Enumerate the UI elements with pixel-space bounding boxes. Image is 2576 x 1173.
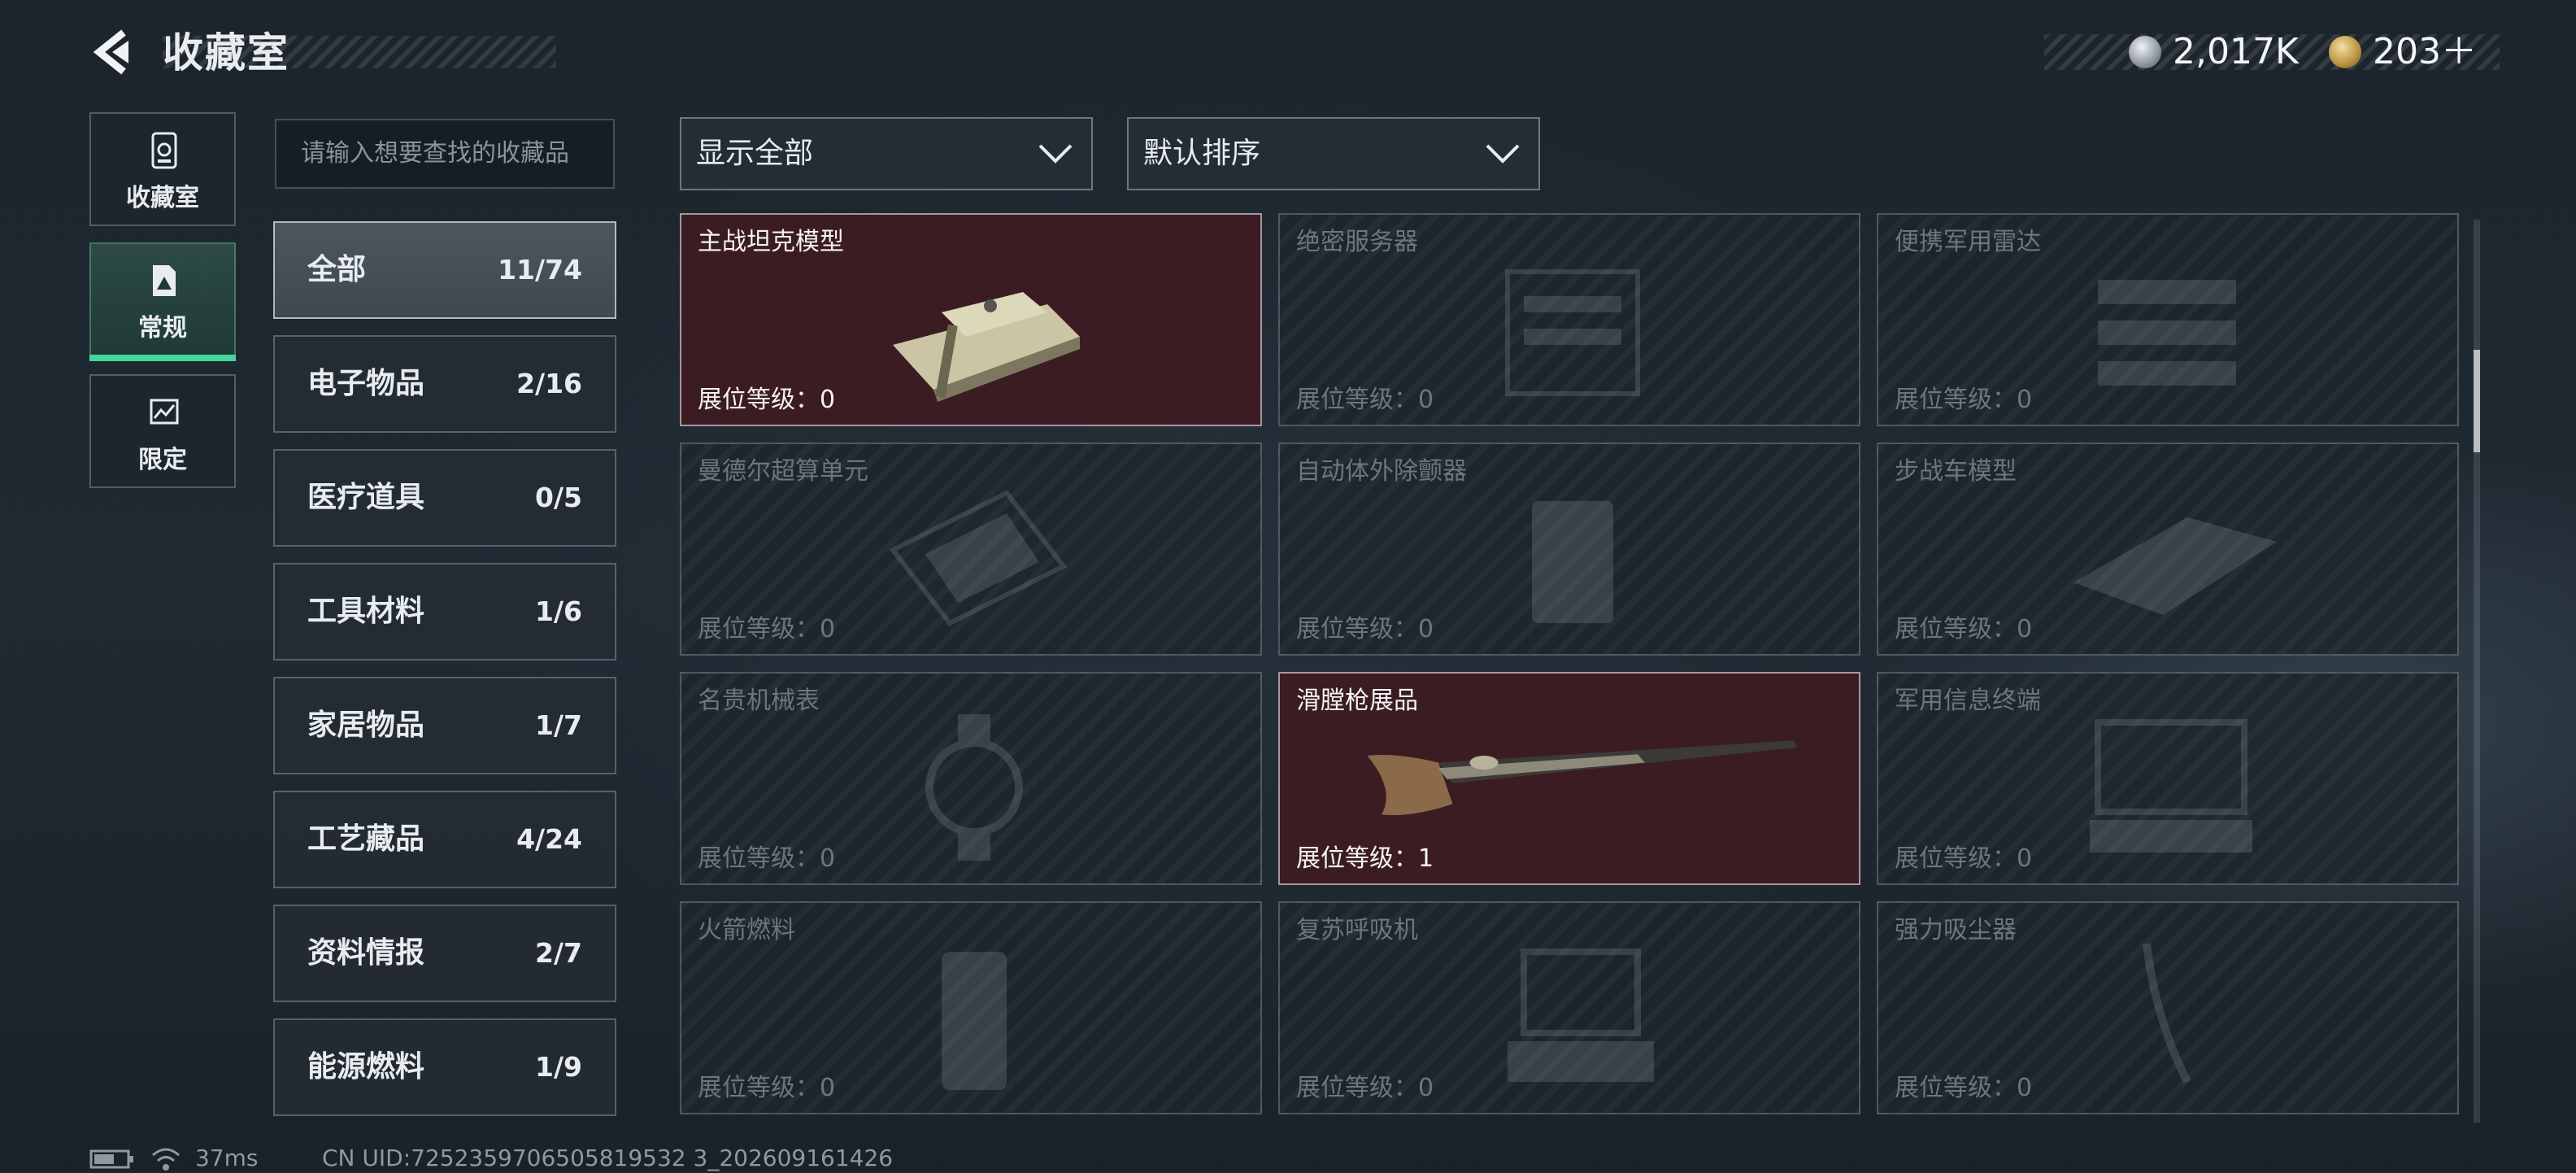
item-name: 绝密服务器	[1296, 228, 1418, 256]
item-card-ventilator[interactable]: 复苏呼吸机 展位等级：0	[1278, 901, 1860, 1114]
search-input[interactable]: 请输入想要查找的收藏品	[275, 119, 615, 189]
item-card-server[interactable]: 绝密服务器 展位等级：0	[1278, 213, 1860, 426]
category-count: 1/6	[535, 595, 582, 627]
category-name: 医疗道具	[307, 481, 425, 514]
item-level: 展位等级：0	[1296, 1074, 1434, 1102]
musket-icon	[1367, 740, 1797, 816]
category-all[interactable]: 全部 11/74	[273, 221, 616, 319]
display-filter-value: 显示全部	[696, 137, 814, 170]
category-name: 全部	[307, 253, 367, 286]
category-name: 电子物品	[307, 367, 425, 400]
item-level: 展位等级：0	[1895, 1074, 2033, 1102]
item-name: 主战坦克模型	[698, 228, 844, 256]
nav-label: 常规	[138, 314, 187, 342]
sort-value: 默认排序	[1143, 137, 1261, 170]
nav-label: 收藏室	[126, 184, 199, 212]
regular-icon	[153, 265, 176, 296]
nav-label: 限定	[138, 446, 187, 474]
gold-currency-amount[interactable]: 203＋	[2373, 28, 2477, 76]
item-level: 展位等级：0	[698, 386, 836, 414]
silver-coin-icon	[2129, 36, 2161, 68]
item-card-radar[interactable]: 便携军用雷达 展位等级：0	[1877, 213, 2459, 426]
scrollbar-thumb[interactable]	[2474, 350, 2480, 452]
nav-regular[interactable]: 常规	[89, 242, 236, 361]
silver-currency-amount: 2,017K	[2173, 31, 2299, 72]
sort-dropdown[interactable]: 默认排序	[1127, 117, 1540, 190]
nav-collection-room[interactable]: 收藏室	[89, 112, 236, 226]
item-name: 复苏呼吸机	[1296, 916, 1418, 944]
item-level: 展位等级：0	[1895, 615, 2033, 643]
category-name: 工具材料	[307, 595, 425, 628]
item-level: 展位等级：0	[698, 615, 836, 643]
item-name: 便携军用雷达	[1895, 228, 2041, 256]
watch-icon	[925, 714, 1023, 861]
gold-coin-icon	[2329, 36, 2361, 68]
item-card-supercomputer[interactable]: 曼德尔超算单元 展位等级：0	[680, 443, 1262, 656]
uid-text: CN UID:7252359706505819532 3_20260916142…	[322, 1145, 894, 1171]
category-medical[interactable]: 医疗道具 0/5	[273, 449, 616, 547]
page-title: 收藏室	[163, 29, 289, 76]
category-count: 1/9	[535, 1051, 582, 1083]
item-level: 展位等级：0	[1895, 386, 2033, 414]
chevron-down-icon	[1038, 144, 1073, 164]
category-count: 2/16	[516, 368, 582, 399]
item-level: 展位等级：0	[1895, 844, 2033, 873]
item-name: 军用信息终端	[1895, 687, 2041, 715]
category-name: 能源燃料	[307, 1050, 425, 1084]
category-count: 11/74	[498, 254, 582, 286]
item-card-vacuum[interactable]: 强力吸尘器 展位等级：0	[1877, 901, 2459, 1114]
item-name: 名贵机械表	[698, 687, 820, 715]
limited-icon	[150, 399, 179, 425]
ifv-model-icon	[2073, 517, 2277, 615]
ventilator-icon	[1508, 948, 1654, 1082]
nav-limited[interactable]: 限定	[89, 374, 236, 488]
category-electronics[interactable]: 电子物品 2/16	[273, 335, 616, 433]
item-card-musket[interactable]: 滑膛枪展品 展位等级：1	[1278, 672, 1860, 885]
battery-icon	[89, 1149, 133, 1169]
category-count: 0/5	[535, 482, 582, 513]
collection-room-icon	[151, 132, 177, 169]
vacuum-icon	[2143, 943, 2191, 1084]
category-fuel[interactable]: 能源燃料 1/9	[273, 1018, 616, 1116]
item-card-terminal[interactable]: 军用信息终端 展位等级：0	[1877, 672, 2459, 885]
radar-icon	[2098, 280, 2236, 386]
item-card-watch[interactable]: 名贵机械表 展位等级：0	[680, 672, 1262, 885]
wifi-icon	[152, 1148, 180, 1171]
item-name: 步战车模型	[1895, 457, 2017, 486]
item-name: 曼德尔超算单元	[698, 457, 868, 486]
category-crafts[interactable]: 工艺藏品 4/24	[273, 791, 616, 888]
rocket-fuel-icon	[942, 952, 1007, 1090]
terminal-icon	[2090, 719, 2252, 852]
back-arrow-icon[interactable]	[88, 28, 137, 76]
defibrillator-icon	[1532, 501, 1613, 623]
item-level: 展位等级：1	[1296, 844, 1434, 873]
category-count: 1/7	[535, 709, 582, 741]
item-card-ifv-model[interactable]: 步战车模型 展位等级：0	[1877, 443, 2459, 656]
server-icon	[1505, 269, 1640, 396]
display-filter-dropdown[interactable]: 显示全部	[680, 117, 1093, 190]
category-tools[interactable]: 工具材料 1/6	[273, 563, 616, 661]
item-name: 强力吸尘器	[1895, 916, 2017, 944]
category-name: 工艺藏品	[307, 822, 425, 856]
category-intel[interactable]: 资料情报 2/7	[273, 905, 616, 1002]
category-household[interactable]: 家居物品 1/7	[273, 677, 616, 774]
category-name: 资料情报	[307, 936, 425, 970]
item-level: 展位等级：0	[1296, 386, 1434, 414]
item-card-defibrillator[interactable]: 自动体外除颤器 展位等级：0	[1278, 443, 1860, 656]
ping-text: 37ms	[195, 1145, 259, 1171]
category-count: 2/7	[535, 937, 582, 969]
item-level: 展位等级：0	[1296, 615, 1434, 643]
item-level: 展位等级：0	[698, 844, 836, 873]
category-name: 家居物品	[307, 709, 425, 742]
item-name: 滑膛枪展品	[1296, 687, 1418, 715]
item-level: 展位等级：0	[698, 1074, 836, 1102]
item-card-rocket-fuel[interactable]: 火箭燃料 展位等级：0	[680, 901, 1262, 1114]
item-name: 火箭燃料	[698, 916, 795, 944]
category-count: 4/24	[516, 823, 582, 855]
item-card-tank-model[interactable]: 主战坦克模型 展位等级：0	[680, 213, 1262, 426]
item-name: 自动体外除颤器	[1296, 457, 1467, 486]
supercomputer-icon	[889, 490, 1068, 626]
chevron-down-icon	[1486, 144, 1520, 164]
tank-model-icon	[893, 292, 1080, 402]
